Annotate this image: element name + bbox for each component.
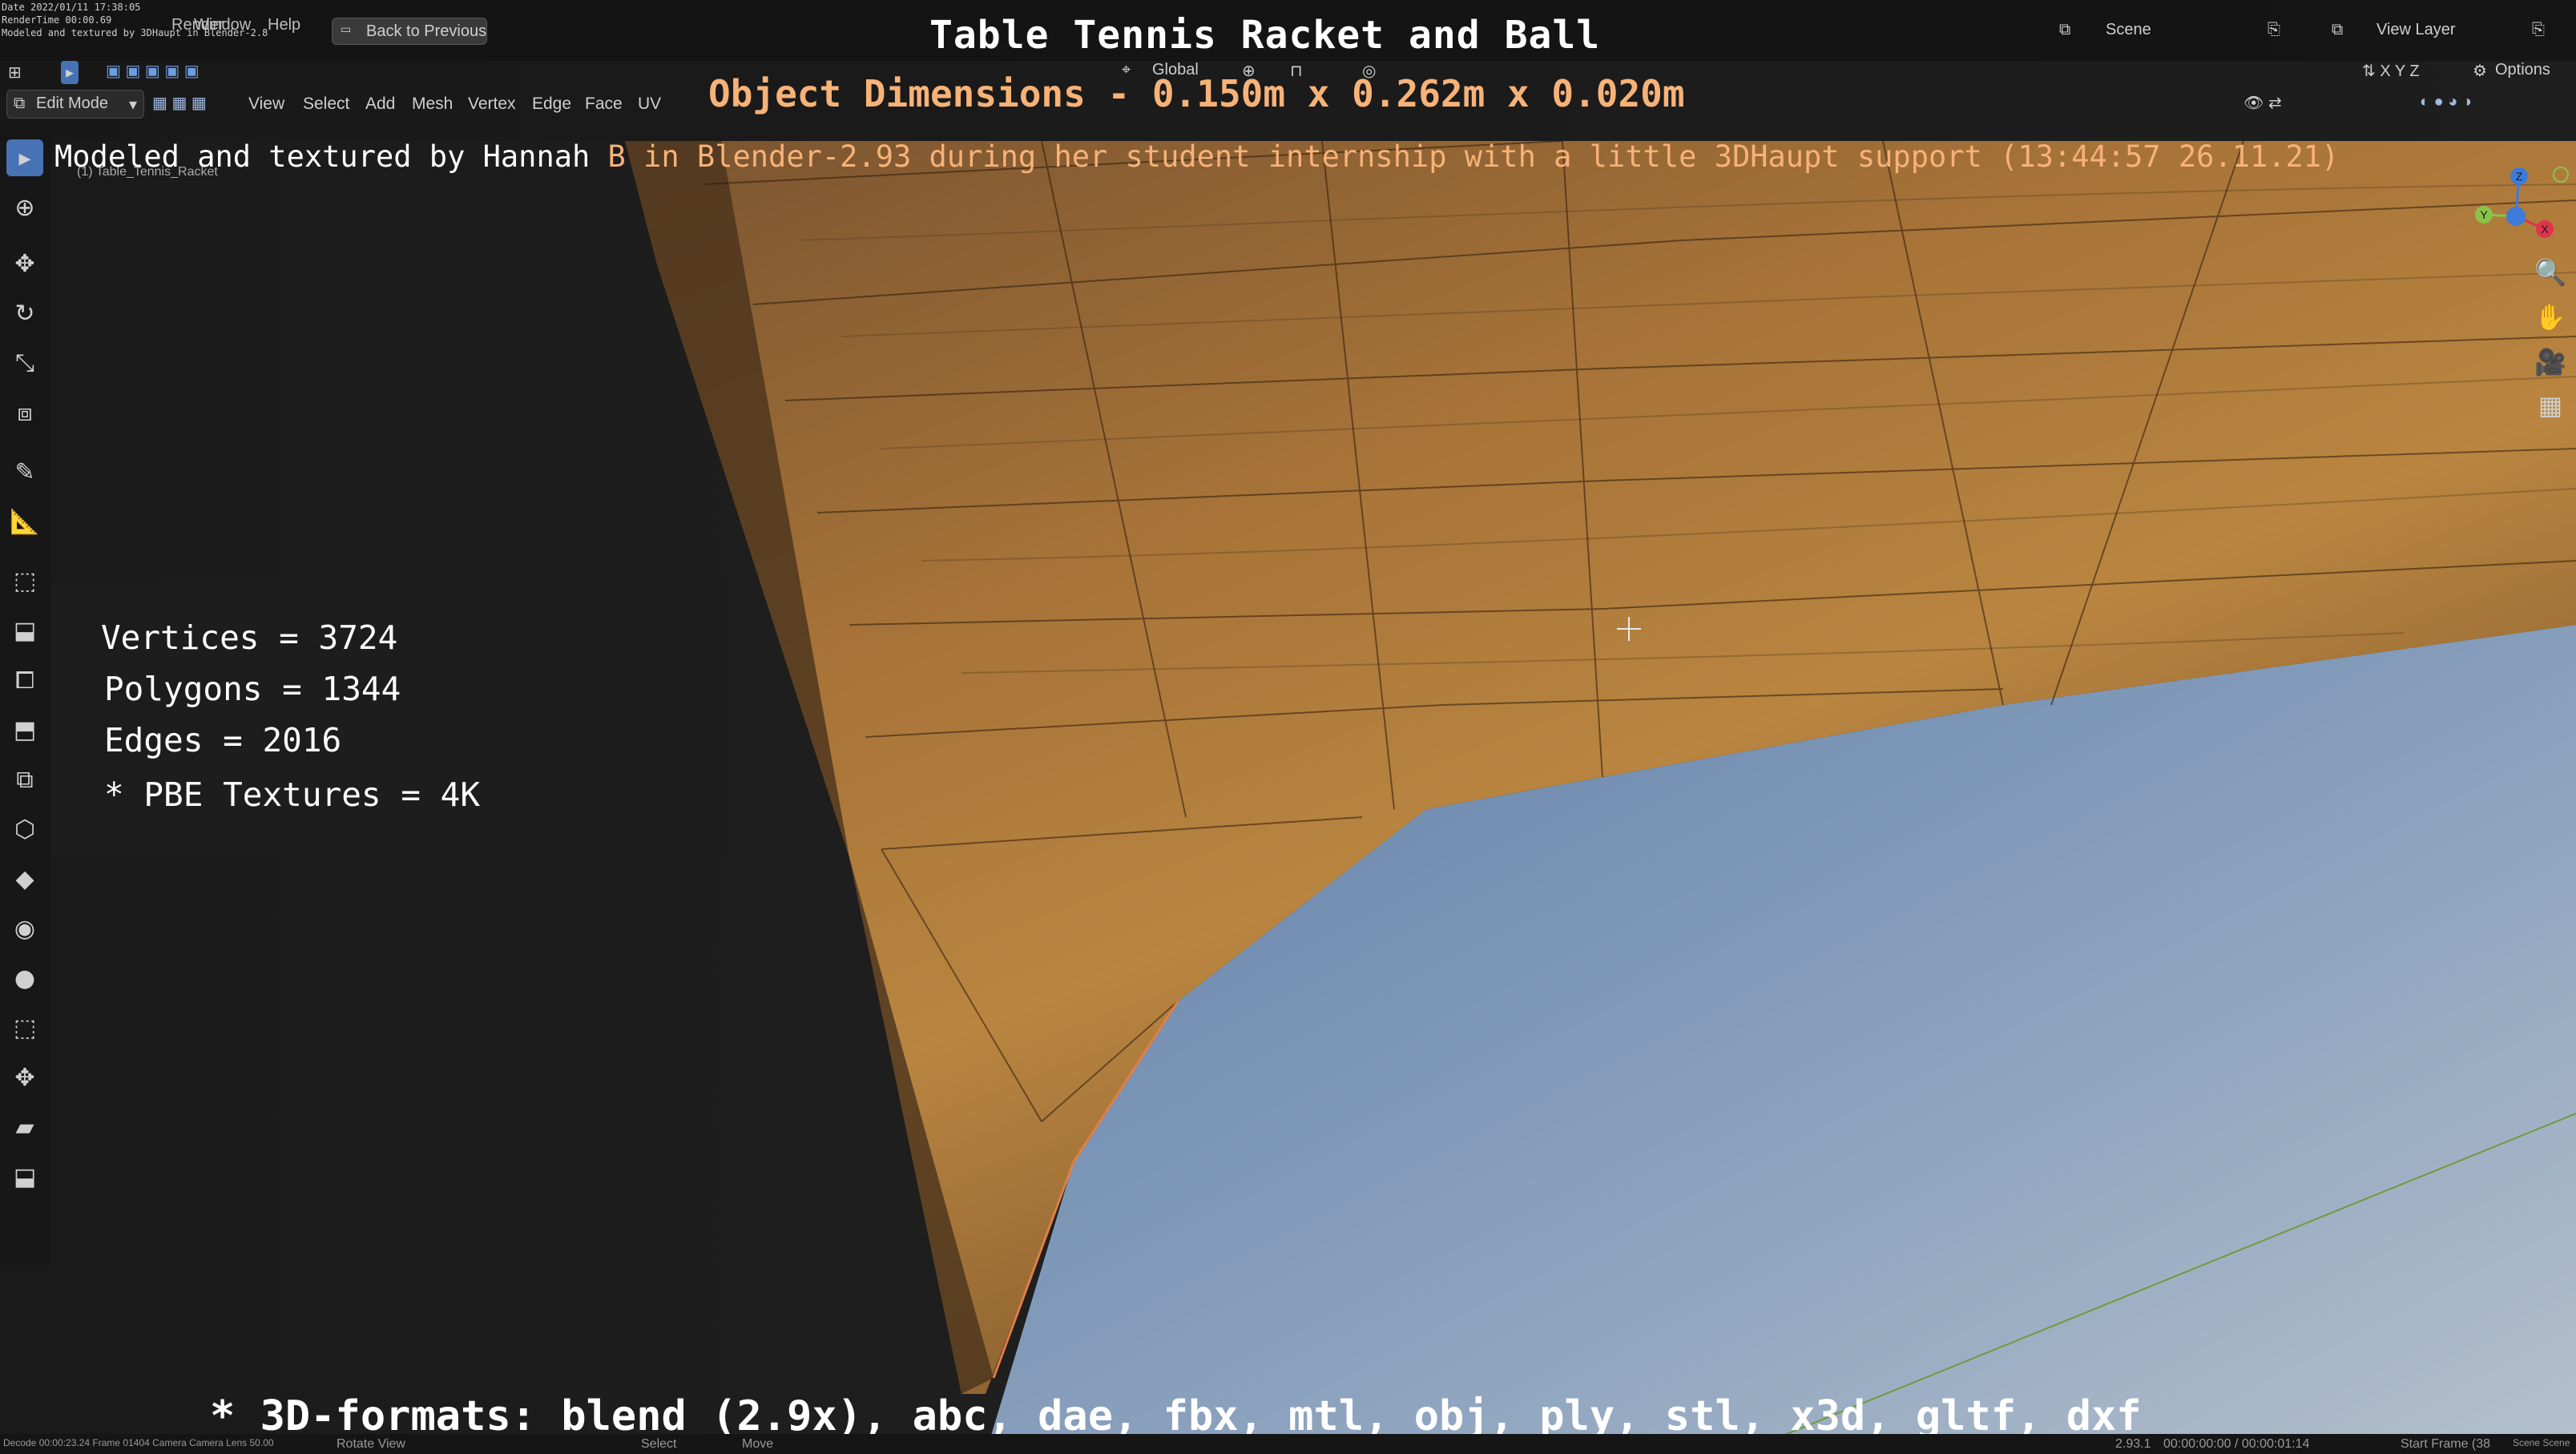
scale-tool-icon[interactable]: ⤡ <box>6 344 43 381</box>
new-view-layer-icon[interactable]: ⎘ <box>2532 21 2545 39</box>
overlay-title: Table Tennis Racket and Ball <box>929 13 1601 58</box>
mouse-rotate-hint: Rotate View <box>337 1437 405 1451</box>
monitor-icon: ▭ <box>341 22 352 35</box>
select-box-icon[interactable]: ▸ <box>61 61 79 84</box>
gizmo-y-label: Y <box>2480 208 2488 221</box>
select-mode-buttons[interactable]: ▦ ▦ ▦ <box>152 93 207 113</box>
mode-selector[interactable]: ⧉ Edit Mode ▾ <box>6 90 144 119</box>
chevron-down-icon: ▾ <box>129 96 138 114</box>
poly-build-tool-icon[interactable]: ◆ <box>6 860 43 897</box>
transform-tool-icon[interactable]: ⧈ <box>6 394 43 431</box>
gizmo-z-label: Z <box>2516 170 2523 183</box>
view-layer-selector[interactable]: View Layer <box>2376 21 2456 39</box>
header-menu-edge[interactable]: Edge <box>532 95 571 114</box>
blender-version: 2.93.1 <box>2115 1437 2151 1451</box>
rotate-tool-icon[interactable]: ↻ <box>6 295 43 332</box>
smooth-tool-icon[interactable]: ● <box>6 960 43 997</box>
zoom-icon[interactable]: 🔍 <box>2531 253 2570 292</box>
object-dimensions: Object Dimensions - 0.150m x 0.262m x 0.… <box>708 72 1685 115</box>
header-menu-view[interactable]: View <box>248 95 284 114</box>
mesh-stats-panel: Vertices = 3724 Polygons = 1344 Edges = … <box>51 580 724 856</box>
credit-details: B in Blender-2.93 during her student int… <box>590 139 2340 174</box>
start-frame-readout: Start Frame (38 <box>2401 1437 2491 1451</box>
rip-region-tool-icon[interactable]: ⬓ <box>6 1158 43 1195</box>
scene-icon[interactable]: ⧉ <box>2059 21 2070 39</box>
shear-tool-icon[interactable]: ▰ <box>6 1109 43 1146</box>
blender-screen: Date 2022/01/11 17:38:05 RenderTime 00:0… <box>0 0 2576 1454</box>
credit-author: Modeled and textured by Hannah <box>54 139 591 174</box>
tool-shelf: ▸ ⊕ ✥ ↻ ⤡ ⧈ ✎ 📐 ⬚ ⬓ ⧠ ⬒ ⧉ ⬡ ◆ ◉ ● ⬚ ✥ ▰ … <box>0 136 51 1266</box>
annotate-tool-icon[interactable]: ✎ <box>6 453 43 490</box>
back-to-previous-label: Back to Previous <box>366 22 487 40</box>
view-layer-icon[interactable]: ⧉ <box>2332 21 2343 39</box>
extrude-tool-icon[interactable]: ⬓ <box>6 612 43 649</box>
camera-icon[interactable]: 🎥 <box>2531 343 2570 381</box>
header-menu-uv[interactable]: UV <box>638 95 661 114</box>
available-formats: * 3D-formats: blend (2.9x), abc, dae, fb… <box>210 1392 2142 1440</box>
knife-tool-icon[interactable]: ⬡ <box>6 811 43 848</box>
stat-edges: Edges = 2016 <box>104 721 342 759</box>
menu-window[interactable]: Window <box>194 16 251 34</box>
scene-readout: Scene Scene <box>2513 1437 2570 1448</box>
edit-mode-icon: ⧉ <box>14 95 26 112</box>
mode-label: Edit Mode <box>36 95 109 112</box>
navigation-gizmo[interactable]: Y X Z <box>2460 160 2572 248</box>
render-info-time: RenderTime 00:00.69 <box>2 14 112 26</box>
options-icon[interactable]: ⚙ <box>2473 61 2487 81</box>
measure-tool-icon[interactable]: 📐 <box>6 503 43 540</box>
add-cube-tool-icon[interactable]: ⬚ <box>6 562 43 599</box>
header-menu-add[interactable]: Add <box>365 95 395 114</box>
grid-icon[interactable]: ▦ <box>2531 386 2570 425</box>
pan-hand-icon[interactable]: ✋ <box>2531 298 2570 336</box>
back-to-previous-button[interactable]: ▭ Back to Previous <box>332 18 487 45</box>
gizmo-x-label: X <box>2541 223 2549 236</box>
tool-options-icon[interactable]: ⊞ <box>8 62 22 83</box>
spin-tool-icon[interactable]: ◉ <box>6 910 43 947</box>
stat-polygons: Polygons = 1344 <box>104 670 401 708</box>
render-info-date: Date 2022/01/11 17:38:05 <box>2 2 141 13</box>
bevel-tool-icon[interactable]: ⬒ <box>6 711 43 748</box>
shrink-fatten-tool-icon[interactable]: ✥ <box>6 1059 43 1096</box>
loop-cut-tool-icon[interactable]: ⧉ <box>6 761 43 798</box>
credit-line: Modeled and textured by Hannah B in Blen… <box>54 139 2339 174</box>
viewport-gizmo-toggle-icon[interactable]: 👁 ⇄ <box>2243 93 2282 113</box>
mouse-select-hint: Select <box>641 1437 677 1451</box>
inset-tool-icon[interactable]: ⧠ <box>6 662 43 699</box>
mouse-move-hint: Move <box>742 1437 774 1451</box>
edge-slide-tool-icon[interactable]: ⬚ <box>6 1009 43 1046</box>
header-menu-mesh[interactable]: Mesh <box>412 95 453 114</box>
options-menu[interactable]: Options <box>2495 61 2550 79</box>
header-menu-face[interactable]: Face <box>585 95 623 114</box>
stat-vertices: Vertices = 3724 <box>101 618 398 657</box>
stat-textures: * PBE Textures = 4K <box>104 775 480 814</box>
header-menu-select[interactable]: Select <box>303 95 349 114</box>
menu-help[interactable]: Help <box>268 16 300 34</box>
cursor-tool-icon[interactable]: ⊕ <box>6 189 43 226</box>
timecode-readout: 00:00:00:00 / 00:00:01:14 <box>2163 1437 2310 1451</box>
select-tool-icon[interactable]: ▸ <box>6 139 43 176</box>
header-menu-vertex[interactable]: Vertex <box>468 95 516 114</box>
shading-mode-icons[interactable]: ◐ ● ◕ ◑ <box>2420 93 2472 111</box>
scene-selector[interactable]: Scene <box>2106 21 2151 39</box>
status-render-info: Decode 00:00:23.24 Frame 01404 Camera Ca… <box>3 1437 274 1448</box>
select-mode-icons[interactable]: ▣ ▣ ▣ ▣ ▣ <box>106 61 200 81</box>
move-tool-icon[interactable]: ✥ <box>6 245 43 282</box>
new-scene-icon[interactable]: ⎘ <box>2268 21 2280 39</box>
mirror-xyz-icons[interactable]: ⇅ X Y Z <box>2362 61 2420 81</box>
